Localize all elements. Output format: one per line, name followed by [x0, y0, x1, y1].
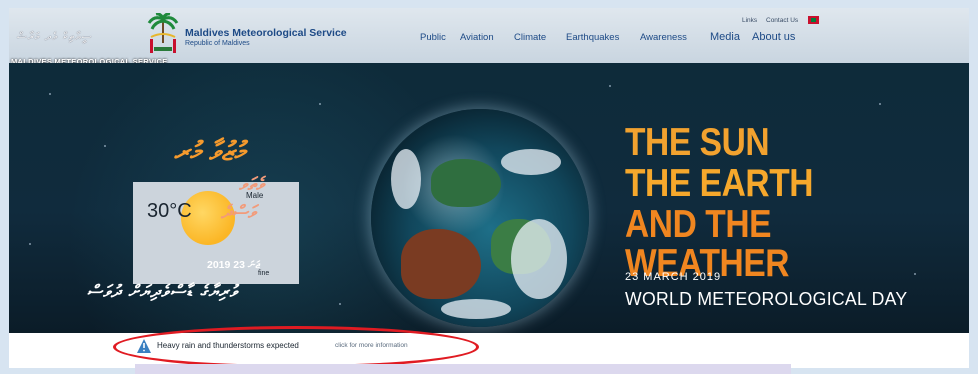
- star: [104, 145, 106, 147]
- dhivehi-condition-1: ވެތަވ: [239, 174, 264, 195]
- globe-land: [401, 229, 481, 299]
- language-flag-icon[interactable]: [808, 16, 819, 24]
- highlight-annotation: [113, 326, 479, 368]
- globe-cloud: [511, 219, 567, 299]
- national-emblem-icon: [147, 13, 179, 53]
- star: [879, 103, 881, 105]
- dhivehi-heading: މުޒުވާ މުރ: [174, 137, 245, 167]
- temperature: 30°C: [147, 200, 192, 222]
- content-panel: [135, 364, 791, 374]
- headline-line-1: THE SUN: [625, 121, 770, 164]
- nav-awareness[interactable]: Awareness: [640, 32, 687, 43]
- logo-dhivehi-text: ސީޔާތިކް ވެދ މަރާޝް: [17, 30, 93, 43]
- star: [609, 85, 611, 87]
- page-frame: ސީޔާތިކް ވެދ މަރާޝް Maldives Meteorologi…: [9, 8, 969, 368]
- nav-climate[interactable]: Climate: [514, 32, 546, 43]
- nav-aviation[interactable]: Aviation: [460, 32, 494, 43]
- site-subtitle: Republic of Maldives: [185, 40, 250, 47]
- event-date: 23 MARCH 2019: [625, 271, 722, 283]
- contact-us-link[interactable]: Contact Us: [766, 17, 798, 24]
- nav-public[interactable]: Public: [420, 32, 446, 43]
- globe-land: [431, 159, 501, 207]
- nav-earthquakes[interactable]: Earthquakes: [566, 32, 619, 43]
- star: [49, 93, 51, 95]
- star: [319, 103, 321, 105]
- nav-media[interactable]: Media: [710, 31, 740, 43]
- star: [29, 243, 31, 245]
- globe-cloud: [391, 149, 421, 209]
- star: [339, 303, 341, 305]
- globe-cloud: [501, 149, 561, 175]
- earth-globe-image: [371, 109, 589, 327]
- nav-about-us[interactable]: About us: [752, 31, 795, 43]
- site-header: ސީޔާތިކް ވެދ މަރާޝް Maldives Meteorologi…: [9, 8, 969, 66]
- globe-cloud: [441, 299, 511, 319]
- dhivehi-event-name: ވުރިޔާގެ ޑާސްވެދިޔަށް ދުވަސް: [87, 282, 238, 302]
- dhivehi-condition-2: ވަސްދެ: [221, 202, 256, 223]
- dhivehi-date: 2019 ޖަނަ 23: [207, 259, 260, 271]
- event-name: WORLD METEOROLOGICAL DAY: [625, 289, 908, 309]
- hero-banner[interactable]: މުޒުވާ މުރ 30°C Male fine ވެތަވ ވަސްދެ 2…: [9, 63, 969, 333]
- links-link[interactable]: Links: [742, 17, 757, 24]
- headline-line-2: THE EARTH: [625, 162, 814, 205]
- site-name[interactable]: Maldives Meteorological Service: [185, 27, 347, 39]
